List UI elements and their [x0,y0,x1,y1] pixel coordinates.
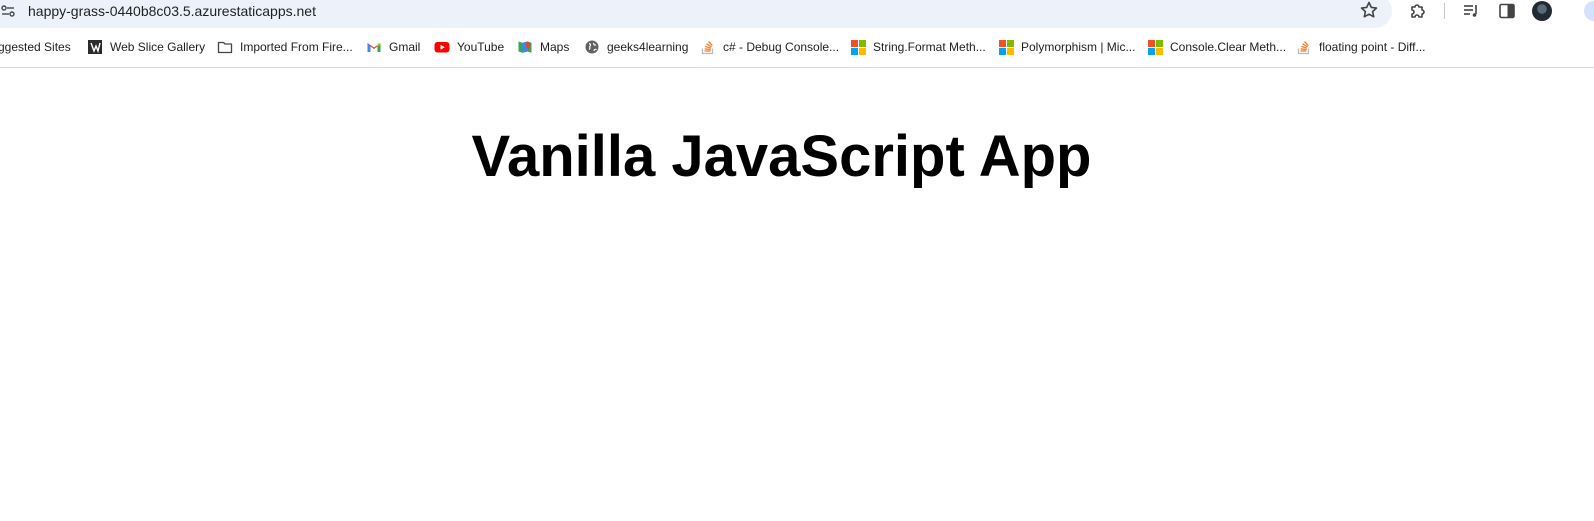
bookmark-label: Polymorphism | Mic... [1021,40,1136,54]
gmail-icon [367,43,381,52]
bookmark-suggested-sites[interactable]: ggested Sites [0,36,71,58]
extensions-icon[interactable] [1408,1,1428,21]
bookmark-label: Gmail [389,40,421,54]
bookmark-maps[interactable]: Maps [517,36,569,58]
bookmark-gmail[interactable]: Gmail [366,36,420,58]
web-slice-icon [88,40,102,54]
bookmark-label: Web Slice Gallery [110,40,206,54]
stackoverflow-icon [1297,41,1310,55]
bookmark-label: floating point - Diff... [1319,40,1426,54]
bookmark-youtube[interactable]: YouTube [434,36,504,58]
bookmark-web-slice-gallery[interactable]: Web Slice Gallery [87,36,205,58]
browser-toolbar: happy-grass-0440b8c03.5.azurestaticapps.… [0,0,1594,68]
reading-list-icon[interactable] [1461,1,1481,21]
bookmark-label: c# - Debug Console... [723,40,840,54]
bookmark-label: YouTube [457,40,505,54]
site-info-icon[interactable] [1,4,15,18]
bookmark-label: ggested Sites [0,40,71,54]
bookmark-console-clear-method[interactable]: Console.Clear Meth... [1148,36,1286,58]
side-panel-icon[interactable] [1497,1,1517,21]
toolbar-separator [1444,3,1445,19]
microsoft-icon [851,39,866,55]
page-title: Vanilla JavaScript App [471,124,1092,189]
bookmark-polymorphism[interactable]: Polymorphism | Mic... [999,36,1135,58]
bookmark-label: String.Format Meth... [873,40,986,54]
profile-menu-edge[interactable] [1584,1,1594,21]
bookmark-string-format-method[interactable]: String.Format Meth... [851,36,986,58]
bookmark-label: geeks4learning [607,40,689,54]
star-icon[interactable] [1359,0,1379,20]
bookmark-floating-point[interactable]: floating point - Diff... [1296,36,1426,58]
folder-icon [217,41,233,54]
globe-icon [585,40,599,54]
maps-icon [518,41,532,53]
bookmark-label: Imported From Fire... [240,40,353,54]
microsoft-icon [999,39,1014,55]
bookmark-csharp-debug-console[interactable]: c# - Debug Console... [700,36,839,58]
profile-avatar[interactable] [1532,1,1552,21]
bookmark-imported-from-firefox[interactable]: Imported From Fire... [217,36,353,58]
bookmark-label: Console.Clear Meth... [1170,40,1287,54]
bookmark-label: Maps [540,40,570,54]
address-bar[interactable]: happy-grass-0440b8c03.5.azurestaticapps.… [0,0,1392,28]
bookmark-geeks4learning[interactable]: geeks4learning [584,36,688,58]
url-text[interactable]: happy-grass-0440b8c03.5.azurestaticapps.… [28,2,316,20]
microsoft-icon [1148,39,1163,55]
youtube-icon [434,42,450,53]
stackoverflow-icon [701,41,714,55]
